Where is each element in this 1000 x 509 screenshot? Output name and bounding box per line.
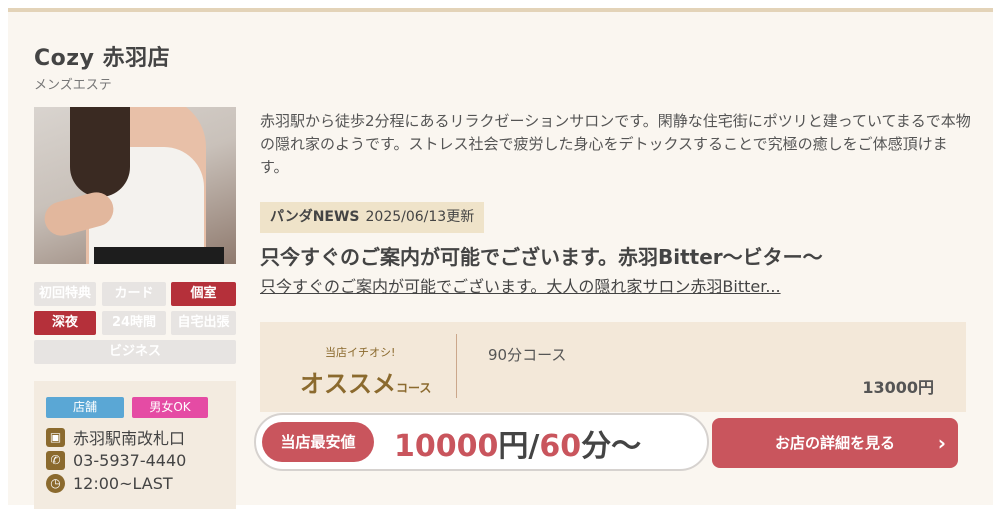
shop-info-box: 店舗 男女OK ▣ 赤羽駅南改札口 ✆ 03-5937-4440 ◷ 12:00…: [34, 381, 236, 509]
shop-category: メンズエステ: [34, 78, 112, 93]
tag-business: ビジネス: [34, 340, 236, 364]
hours-text: 12:00~LAST: [73, 473, 173, 493]
recommend-divider: [456, 334, 457, 398]
shop-detail-label: お店の詳細を見る: [774, 434, 895, 452]
clock-icon: ◷: [46, 473, 65, 493]
mixed-gender-badge: 男女OK: [132, 397, 208, 418]
tag-24h: 24時間: [102, 311, 166, 335]
recommend-title: オススメコース: [300, 370, 432, 398]
phone-row[interactable]: ✆ 03-5937-4440: [46, 449, 186, 471]
phone-text[interactable]: 03-5937-4440: [73, 451, 186, 470]
phone-icon: ✆: [46, 450, 65, 470]
tag-late-night: 深夜: [34, 311, 96, 335]
shop-detail-button[interactable]: お店の詳細を見る ›: [712, 418, 958, 468]
train-icon: ▣: [46, 427, 65, 447]
news-title[interactable]: 只今すぐのご案内が可能でございます。赤羽Bitter〜ビター〜: [260, 241, 823, 270]
shop-description: 赤羽駅から徒歩2分程にあるリラクゼーションサロンです。閑静な住宅街にポツリと建っ…: [260, 112, 971, 176]
store-badge: 店舗: [46, 397, 124, 418]
tag-first-visit: 初回特典: [34, 282, 96, 306]
tag-private-room: 個室: [171, 282, 236, 306]
news-excerpt-link[interactable]: 只今すぐのご案内が可能でございます。大人の隠れ家サロン赤羽Bitter...: [260, 273, 781, 297]
hours-row: ◷ 12:00~LAST: [46, 472, 173, 494]
tag-home-visit: 自宅出張: [171, 311, 236, 335]
news-date: 2025/06/13更新: [365, 209, 475, 225]
station-text: 赤羽駅南改札口: [73, 429, 186, 448]
recommend-caption: 当店イチオシ!: [325, 346, 396, 359]
shop-photo[interactable]: [34, 107, 236, 264]
recommend-course-name: 90分コース: [488, 346, 567, 364]
recommended-course[interactable]: 当店イチオシ! オススメコース 90分コース 13000円: [260, 322, 966, 412]
recommend-course-price: 13000円: [862, 378, 934, 397]
shop-name[interactable]: Cozy 赤羽店: [34, 40, 170, 72]
news-source: パンダNEWS: [270, 209, 360, 225]
chevron-right-icon: ›: [937, 431, 946, 455]
news-label: パンダNEWS 2025/06/13更新: [260, 202, 485, 233]
lowest-price-label: 当店最安値: [262, 422, 374, 462]
lowest-price-value: 10000円/60分〜: [394, 429, 642, 464]
lowest-price-box: 当店最安値 10000円/60分〜: [254, 413, 709, 471]
station-row: ▣ 赤羽駅南改札口: [46, 426, 185, 448]
tag-card: カード: [102, 282, 166, 306]
